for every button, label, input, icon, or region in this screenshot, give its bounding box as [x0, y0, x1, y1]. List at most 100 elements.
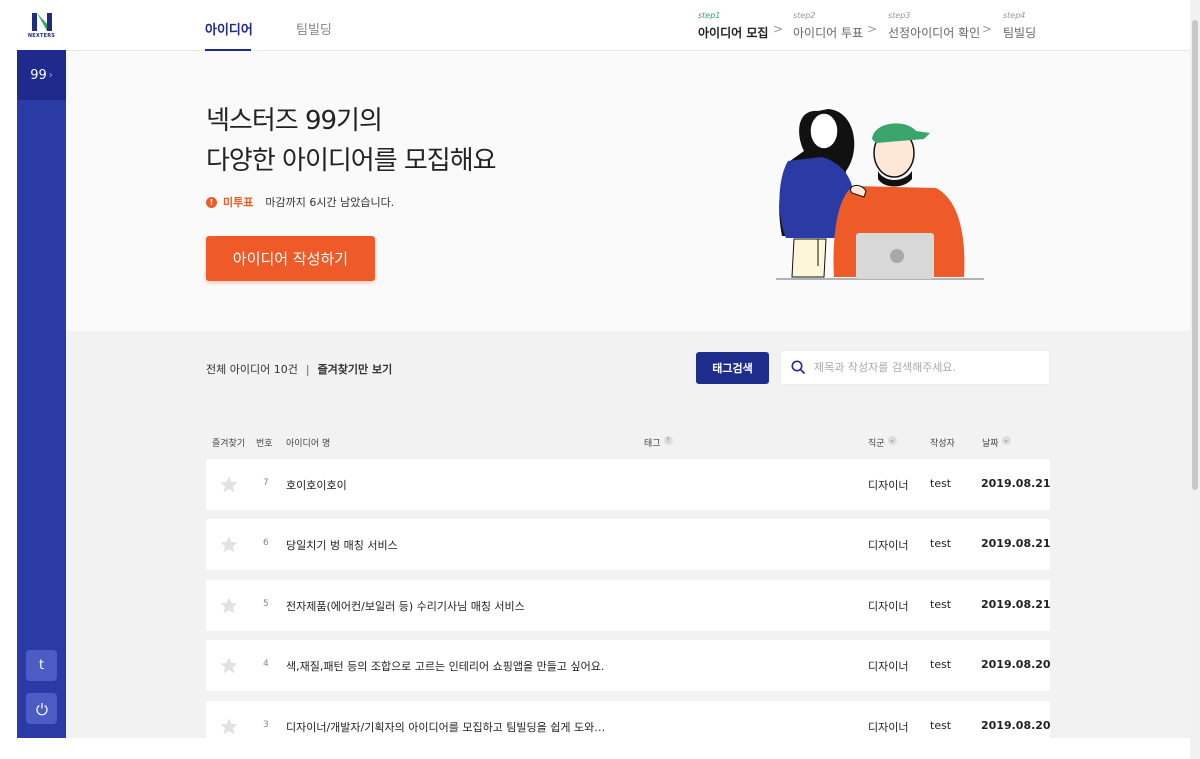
- step-3: step3 선정아이디어 확인: [888, 11, 980, 41]
- table-row[interactable]: 6 당일치기 벙 매칭 서비스 디자이너 test 2019.08.21: [206, 519, 1051, 570]
- row-author: test: [930, 598, 952, 611]
- idea-list-section: 전체 아이디어 10건 | 즐겨찾기만 보기 태그검색 즐겨찾기 번호 아이디어…: [66, 331, 1190, 752]
- power-icon: [35, 702, 48, 715]
- chevron-right-icon: ›: [48, 69, 53, 81]
- tab-idea[interactable]: 아이디어: [205, 19, 253, 38]
- row-author: test: [930, 477, 952, 490]
- step-label: 선정아이디어 확인: [888, 26, 981, 40]
- deadline-message: 마감까지 6시간 남았습니다.: [265, 196, 395, 209]
- vertical-scrollbar[interactable]: [1190, 0, 1200, 759]
- row-number: 7: [263, 478, 269, 488]
- table-header: 즐겨찾기 번호 아이디어 명 태그! 직군 ⌄ 작성자 날짜 ⌄: [206, 436, 1050, 456]
- star-icon[interactable]: [220, 718, 238, 735]
- search-icon: [791, 360, 806, 375]
- row-title[interactable]: 색,재질,패턴 등의 조합으로 고르는 인테리어 쇼핑앱을 만들고 싶어요.: [286, 658, 604, 674]
- row-number: 5: [263, 599, 269, 609]
- row-job: 디자이너: [868, 600, 909, 613]
- info-icon[interactable]: !: [663, 436, 673, 445]
- step-number: step1: [698, 11, 721, 20]
- row-number: 3: [263, 720, 269, 730]
- row-title[interactable]: 전자제품(에어컨/보일러 등) 수리기사님 매칭 서비스: [286, 598, 525, 614]
- row-job: 디자이너: [868, 539, 909, 552]
- user-initial: t: [38, 658, 45, 673]
- star-icon[interactable]: [220, 536, 238, 553]
- step-label: 아이디어 투표: [793, 26, 864, 40]
- vote-status: ! 미투표 마감까지 6시간 남았습니다.: [206, 194, 394, 210]
- chevron-down-icon: ⌄: [1001, 436, 1011, 445]
- star-icon[interactable]: [220, 657, 238, 674]
- search-box[interactable]: [780, 350, 1050, 385]
- search-input[interactable]: [814, 361, 1034, 374]
- step-number: step2: [793, 11, 816, 20]
- write-idea-button[interactable]: 아이디어 작성하기: [206, 236, 375, 281]
- col-tag-label: 태그: [644, 439, 661, 449]
- row-author: test: [930, 719, 952, 732]
- row-number: 4: [263, 659, 269, 669]
- generation-selector[interactable]: 99 ›: [17, 50, 66, 100]
- row-job: 디자이너: [868, 660, 909, 673]
- col-number: 번호: [256, 439, 273, 449]
- logo-text: NEXTERS: [27, 32, 56, 39]
- row-date: 2019.08.20: [981, 719, 1051, 732]
- people-illustration: [776, 109, 984, 280]
- logout-button[interactable]: [26, 693, 57, 724]
- row-date: 2019.08.20: [981, 658, 1051, 671]
- row-date: 2019.08.21: [981, 537, 1051, 550]
- row-title[interactable]: 호이호이호이: [286, 477, 347, 493]
- step-label: 아이디어 모집: [698, 26, 769, 40]
- col-job-label: 직군: [868, 439, 885, 449]
- total-count: 전체 아이디어 10건: [206, 363, 298, 376]
- hero-title: 넥스터즈 99기의 다양한 아이디어를 모집해요: [206, 101, 497, 181]
- nexters-logo-icon: [31, 12, 52, 31]
- row-title[interactable]: 당일치기 벙 매칭 서비스: [286, 537, 398, 553]
- status-badge: 미투표: [223, 196, 254, 209]
- table-row[interactable]: 5 전자제품(에어컨/보일러 등) 수리기사님 매칭 서비스 디자이너 test…: [206, 580, 1051, 631]
- col-date[interactable]: 날짜 ⌄: [982, 436, 1011, 449]
- step-number: step4: [1003, 11, 1026, 20]
- hero-title-line2: 다양한 아이디어를 모집해요: [206, 146, 497, 176]
- col-job[interactable]: 직군 ⌄: [868, 436, 897, 449]
- table-row[interactable]: 4 색,재질,패턴 등의 조합으로 고르는 인테리어 쇼핑앱을 만들고 싶어요.…: [206, 640, 1051, 691]
- step-arrow: >: [773, 22, 784, 36]
- hero-title-line1: 넥스터즈 99기의: [206, 106, 383, 136]
- step-arrow: >: [982, 22, 993, 36]
- tab-team-building[interactable]: 팀빌딩: [296, 19, 332, 38]
- col-idea-name: 아이디어 명: [286, 439, 331, 449]
- col-date-label: 날짜: [982, 439, 999, 449]
- row-job: 디자이너: [868, 479, 909, 492]
- list-summary: 전체 아이디어 10건 | 즐겨찾기만 보기: [206, 361, 392, 377]
- col-author: 작성자: [930, 439, 955, 449]
- table-row[interactable]: 7 호이호이호이 디자이너 test 2019.08.21: [206, 459, 1051, 510]
- step-arrow: >: [867, 22, 878, 36]
- app-frame: NEXTERS 99 › t 아이디어 팀빌딩 step1 아이디어 모집 > …: [0, 0, 1200, 759]
- row-author: test: [930, 537, 952, 550]
- step-2: step2 아이디어 투표: [793, 11, 863, 41]
- chevron-down-icon: ⌄: [887, 436, 897, 445]
- row-date: 2019.08.21: [981, 598, 1051, 611]
- row-title[interactable]: 디자이너/개발자/기획자의 아이디어를 모집하고 팀빌딩을 쉽게 도와…: [286, 719, 605, 735]
- star-icon[interactable]: [220, 597, 238, 614]
- top-navigation: 아이디어 팀빌딩 step1 아이디어 모집 > step2 아이디어 투표 >…: [66, 0, 1190, 51]
- row-author: test: [930, 658, 952, 671]
- page-bottom-margin: [0, 738, 1190, 759]
- favorites-only-toggle[interactable]: 즐겨찾기만 보기: [318, 361, 393, 377]
- logo[interactable]: NEXTERS: [17, 0, 66, 50]
- row-date: 2019.08.21: [981, 477, 1051, 490]
- star-icon[interactable]: [220, 476, 238, 493]
- scrollbar-thumb[interactable]: [1192, 20, 1198, 490]
- user-button[interactable]: t: [26, 650, 57, 681]
- step-number: step3: [888, 11, 911, 20]
- col-favorite: 즐겨찾기: [212, 439, 246, 449]
- col-tag: 태그!: [644, 436, 673, 449]
- hero-section: 넥스터즈 99기의 다양한 아이디어를 모집해요 ! 미투표 마감까지 6시간 …: [66, 51, 1190, 331]
- summary-separator: |: [305, 362, 310, 376]
- generation-label: 99: [30, 67, 47, 83]
- tag-search-button[interactable]: 태그검색: [696, 352, 769, 384]
- row-job: 디자이너: [868, 721, 909, 734]
- sidebar: NEXTERS 99 › t: [17, 0, 66, 738]
- alert-icon: !: [206, 196, 217, 208]
- step-1: step1 아이디어 모집: [698, 11, 768, 41]
- step-4: step4 팀빌딩: [1003, 11, 1036, 41]
- row-number: 6: [263, 538, 269, 548]
- step-label: 팀빌딩: [1003, 26, 1037, 40]
